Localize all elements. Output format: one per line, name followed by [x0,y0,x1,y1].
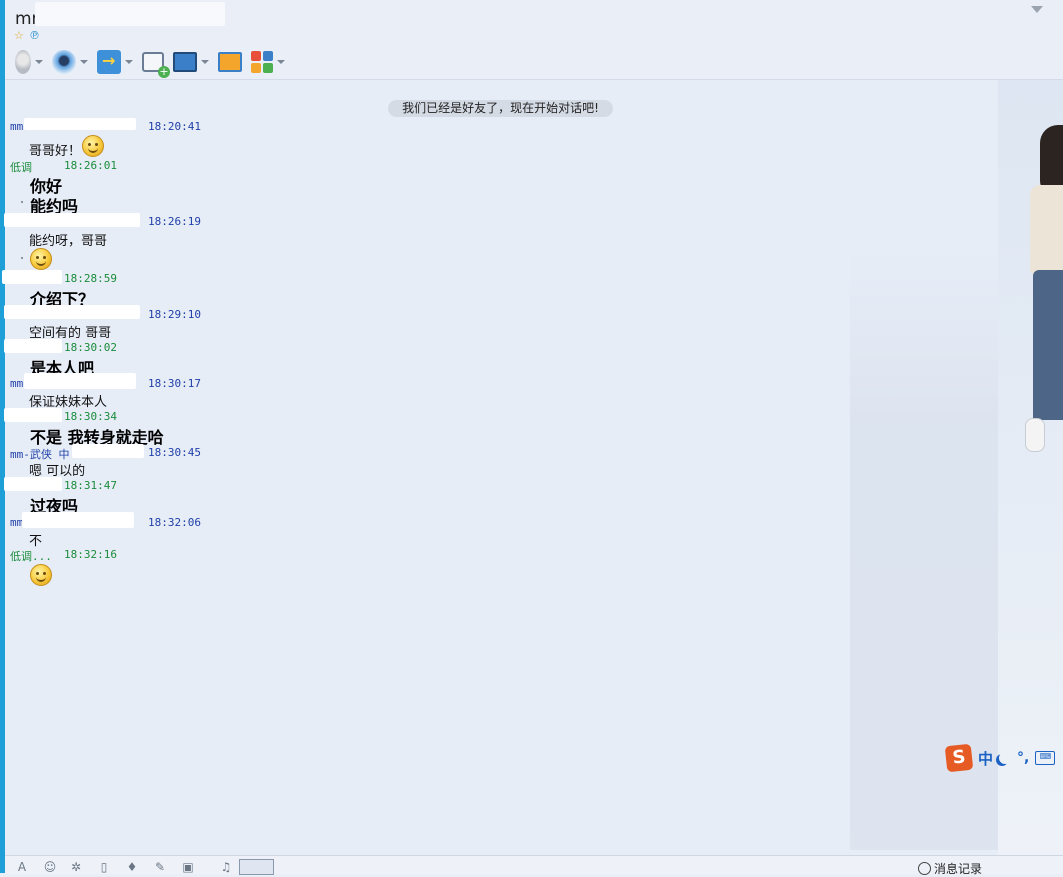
smile-emoji-icon [82,135,104,157]
emoji-icon[interactable]: ☺ [43,861,57,874]
message-text: 能约呀，哥哥 [29,234,108,249]
status-icon: ℗ [29,29,40,42]
bullet-dot [21,257,23,259]
chat-toolbar [5,44,1063,80]
message-history-button[interactable]: 消息记录 [934,860,982,877]
message-time: 18:31:47 [64,479,117,492]
sms-button[interactable] [142,47,170,78]
redacted-area [22,512,134,528]
dropdown-arrow-icon[interactable] [80,59,88,64]
message-time: 18:29:10 [148,308,201,321]
message-text: 不 [29,534,43,549]
avatar-show-legs [1033,270,1063,420]
message-time: 18:30:45 [148,446,201,459]
share-screen-button[interactable] [218,47,242,77]
message-time: 18:26:01 [64,159,117,172]
system-notice: 我们已经是好友了，现在开始对话吧! [388,100,613,117]
message-time: 18:30:02 [64,341,117,354]
font-icon[interactable]: A [15,861,29,874]
redacted-area [4,408,62,422]
share-screen-icon [218,51,242,72]
apps-button[interactable] [251,47,285,77]
webcam-icon [52,49,76,74]
avatar-show-body [1030,185,1063,275]
video-button[interactable] [52,47,88,77]
dropdown-arrow-icon[interactable] [201,59,209,64]
dropdown-arrow-icon[interactable] [125,59,133,64]
redacted-area [4,477,62,491]
redacted-area [2,270,62,284]
remote-assist-button[interactable] [173,47,209,77]
smile-emoji-icon [30,248,52,270]
voice-button[interactable] [15,47,43,77]
status-icons: ☆ ℗ [14,30,40,44]
music-icon[interactable]: ♫ [219,861,233,874]
redacted-area [35,2,225,26]
folder-transfer-icon [97,49,121,74]
dropdown-arrow-icon[interactable] [35,59,43,64]
draw-icon[interactable]: ✎ [153,861,167,874]
apps-grid-icon [251,50,273,73]
star-icon: ☆ [14,29,24,42]
message-add-icon [142,51,170,78]
avatar-show-shoe [1025,418,1045,452]
redacted-area [72,444,144,458]
redacted-area [24,373,136,389]
message-time: 18:28:59 [64,272,117,285]
send-file-button[interactable] [97,47,133,77]
microphone-icon [15,49,31,74]
redacted-area [4,339,62,353]
message-time: 18:20:41 [148,120,201,133]
screen-icon [173,51,197,72]
shy-emoji-icon [30,564,52,586]
punctuation-toggle[interactable]: °, [1017,750,1029,766]
message-time: 18:26:19 [148,215,201,228]
ime-mode-toggle[interactable]: 中 [978,748,993,769]
redacted-area [24,118,136,130]
bullet-dot [21,201,23,203]
message-time: 18:30:17 [148,377,201,390]
message-time: 18:30:34 [64,410,117,423]
keyboard-icon[interactable]: ⌨ [1035,751,1056,765]
clock-icon [918,862,931,875]
ime-status-bar[interactable]: S 中 °, ⌨ [944,743,1063,773]
title-bar: mm-武 [5,0,1063,29]
input-toolbar: A ☺ ✲ ▯ ♦ ✎ ▣ ♫ [5,855,1063,874]
redacted-area [4,213,140,227]
redacted-area [4,305,140,319]
message-time: 18:32:16 [64,548,117,561]
sogou-logo-icon[interactable]: S [944,743,974,773]
moon-icon[interactable] [999,752,1011,764]
nudge-icon[interactable]: ✲ [69,861,83,874]
image-icon[interactable]: ▣ [181,861,195,874]
microphone-icon[interactable]: ♦ [125,861,139,874]
collapse-arrow-icon[interactable] [1031,6,1043,13]
message-time: 18:32:06 [148,516,201,529]
dropdown-arrow-icon[interactable] [277,59,285,64]
message-sender: 低调 [10,161,32,174]
message-sender: 低调... [10,550,52,563]
voice-message-icon[interactable]: ▯ [97,861,111,874]
message-text: 哥哥好！ [29,144,82,159]
